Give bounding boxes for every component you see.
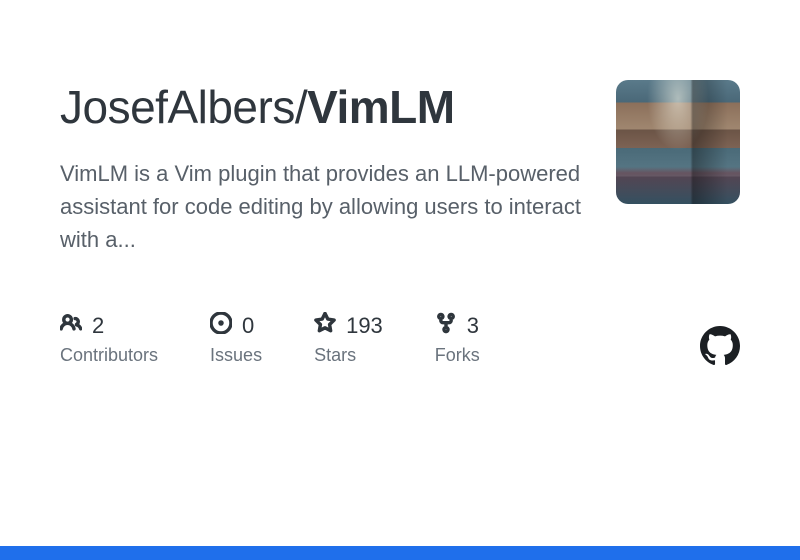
- stat-count: 0: [242, 313, 254, 339]
- header-row: JosefAlbers/VimLM VimLM is a Vim plugin …: [60, 80, 740, 256]
- repo-separator: /: [295, 81, 307, 133]
- stat-label: Issues: [210, 345, 262, 366]
- stat-top: 3: [435, 312, 480, 339]
- repo-title[interactable]: JosefAlbers/VimLM: [60, 80, 592, 135]
- github-logo-icon[interactable]: [700, 326, 740, 366]
- stat-top: 0: [210, 312, 262, 339]
- stat-count: 2: [92, 313, 104, 339]
- stat-issues[interactable]: 0 Issues: [210, 312, 262, 366]
- stat-stars[interactable]: 193 Stars: [314, 312, 383, 366]
- stat-label: Contributors: [60, 345, 158, 366]
- repo-description: VimLM is a Vim plugin that provides an L…: [60, 157, 592, 256]
- stat-top: 2: [60, 312, 158, 339]
- stat-forks[interactable]: 3 Forks: [435, 312, 480, 366]
- avatar[interactable]: [616, 80, 740, 204]
- stats-row: 2 Contributors 0 Issues 193: [60, 312, 740, 366]
- stat-label: Forks: [435, 345, 480, 366]
- stat-count: 193: [346, 313, 383, 339]
- repo-owner: JosefAlbers: [60, 81, 295, 133]
- title-block: JosefAlbers/VimLM VimLM is a Vim plugin …: [60, 80, 592, 256]
- stat-count: 3: [467, 313, 479, 339]
- stat-contributors[interactable]: 2 Contributors: [60, 312, 158, 366]
- stat-top: 193: [314, 312, 383, 339]
- people-icon: [60, 312, 82, 339]
- stats-group: 2 Contributors 0 Issues 193: [60, 312, 480, 366]
- star-icon: [314, 312, 336, 339]
- issue-icon: [210, 312, 232, 339]
- repo-name: VimLM: [307, 81, 454, 133]
- accent-bar: [0, 546, 800, 560]
- stat-label: Stars: [314, 345, 383, 366]
- fork-icon: [435, 312, 457, 339]
- repo-social-card: JosefAlbers/VimLM VimLM is a Vim plugin …: [0, 0, 800, 560]
